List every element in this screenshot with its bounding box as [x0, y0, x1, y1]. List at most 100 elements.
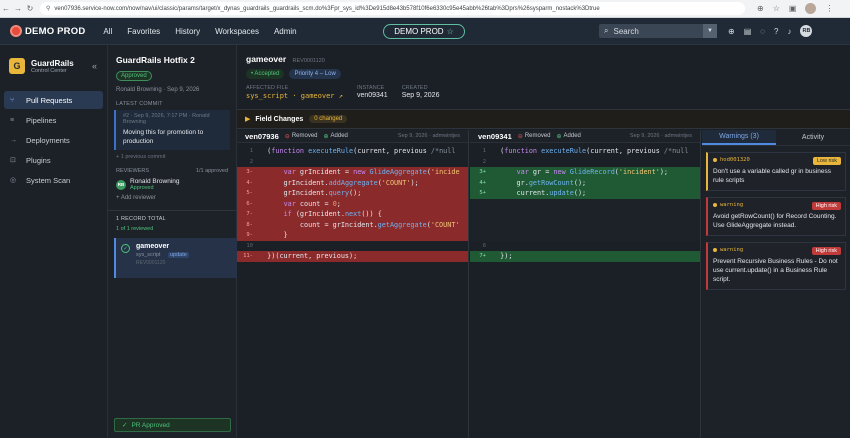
menu-workspaces[interactable]: Workspaces	[215, 27, 259, 36]
affected-file-link[interactable]: sys_script · gameover ↗	[246, 92, 343, 100]
code-line: 2	[237, 156, 468, 167]
source-instance-name: ven07936	[245, 131, 279, 141]
scan-icon: ◎	[10, 177, 17, 184]
added-legend-icon: ⊕	[323, 133, 329, 140]
reviewer-name: Ronald Browning	[130, 178, 180, 185]
instance-label: INSTANCE	[356, 85, 385, 91]
sidebar-item-pull-requests[interactable]: ⑂ Pull Requests	[4, 91, 103, 109]
browser-toolbar: ← → ↻ ⚲ ven07936.service-now.com/now/nav…	[0, 0, 850, 18]
global-search[interactable]: ⌕ Search ▼	[599, 24, 717, 38]
menu-admin[interactable]: Admin	[274, 27, 297, 36]
check-icon: ✓	[122, 422, 128, 429]
warning-dot-icon	[713, 248, 717, 252]
latest-commit[interactable]: #2 · Sep 9, 2026, 7:17 PM · Ronald Brown…	[114, 110, 230, 150]
code-line-placeholder	[470, 209, 700, 220]
help-icon[interactable]: ?	[774, 27, 778, 36]
search-input[interactable]: Search	[613, 27, 638, 36]
guardrails-logo-icon: G	[9, 58, 25, 74]
sidebar-item-label: System Scan	[26, 175, 71, 185]
created-label: CREATED	[401, 85, 428, 91]
record-title: gameover	[246, 54, 287, 64]
warnings-tabs: Warnings (3) Activity	[702, 130, 850, 146]
search-dropdown-icon[interactable]: ▼	[703, 24, 717, 38]
code-line-removed: 5- grIncident.query();	[237, 188, 468, 199]
added-legend-label: Added	[563, 133, 581, 139]
warning-message: Don't use a variable called gr in busine…	[713, 168, 831, 184]
sidebar-item-plugins[interactable]: ⊡ Plugins	[4, 151, 103, 169]
tab-activity[interactable]: Activity	[776, 130, 850, 145]
record-action-badge: update	[167, 252, 189, 258]
app-name: GuardRails	[31, 58, 74, 68]
reviewer-status: Approved	[130, 185, 154, 191]
sidebar-item-system-scan[interactable]: ◎ System Scan	[4, 171, 103, 189]
code-line-added: 4+ gr.getRowCount();	[470, 177, 700, 188]
star-icon[interactable]: ☆	[447, 27, 454, 36]
brand-logo[interactable]: DEMO PROD	[10, 25, 85, 37]
affected-file-label: AFFECTED FILE	[246, 85, 289, 91]
app-sidebar: G GuardRails Control Center « ⑂ Pull Req…	[0, 45, 108, 438]
record-number: REV0001120	[292, 58, 325, 64]
code-line: 1 (function executeRule(current, previou…	[482, 147, 689, 156]
previous-commit-link[interactable]: + 1 previous commit	[108, 150, 236, 160]
pr-meta: Ronald Browning · Sep 9, 2026	[116, 87, 200, 93]
menu-history[interactable]: History	[175, 27, 200, 36]
pr-approved-label: PR Approved	[131, 421, 170, 429]
menu-favorites[interactable]: Favorites	[127, 27, 160, 36]
field-changes-toggle[interactable]: ▶ Field Changes 0 changed	[237, 109, 850, 129]
reviewed-count: 1 of 1 reviewed	[116, 226, 154, 232]
chat-icon[interactable]: ◌	[760, 27, 765, 36]
code-line-removed: 9- }	[237, 230, 468, 241]
tab-warnings[interactable]: Warnings (3)	[702, 130, 776, 145]
warnings-panel: Warnings (3) Activity hod001320 Low risk…	[702, 130, 850, 438]
notification-bell-icon[interactable]: ♪	[787, 27, 791, 36]
sidebar-item-deployments[interactable]: → Deployments	[4, 131, 103, 149]
warning-card[interactable]: warning High risk Prevent Recursive Busi…	[706, 242, 846, 290]
profile-avatar[interactable]	[805, 3, 817, 14]
menu-all[interactable]: All	[103, 27, 112, 36]
source-date: Sep 9, 2026 · admwintjes	[397, 133, 460, 139]
removed-legend-label: Removed	[524, 133, 551, 139]
warning-dot-icon	[713, 203, 717, 207]
instance-value: ven09341	[356, 92, 388, 99]
back-icon[interactable]: ←	[0, 4, 12, 13]
app-brand: G GuardRails Control Center «	[0, 45, 107, 74]
code-line-placeholder	[470, 219, 700, 230]
scope-icon[interactable]: ▤	[744, 27, 752, 36]
globe-icon[interactable]: ⊕	[728, 27, 735, 36]
code-line: 2	[470, 156, 700, 167]
record-list-item[interactable]: ✓ gameover sys_script update REV0001120	[114, 238, 237, 278]
sidebar-item-label: Plugins	[26, 155, 51, 165]
created-value: Sep 9, 2026	[401, 92, 440, 99]
code-line-placeholder	[470, 230, 700, 241]
extensions-icon[interactable]: ▣	[789, 4, 797, 13]
zoom-icon[interactable]: ⊕	[757, 4, 764, 13]
bookmark-star-icon[interactable]: ☆	[773, 4, 780, 13]
record-table: sys_script	[136, 252, 161, 258]
browser-menu-icon[interactable]: ⋮	[825, 4, 833, 13]
record-name: gameover	[136, 243, 170, 250]
url-text: ven07936.service-now.com/now/nav/ui/clas…	[54, 5, 600, 12]
add-reviewer-button[interactable]: + Add reviewer	[108, 191, 236, 201]
logo-icon	[10, 25, 22, 37]
warning-card[interactable]: warning High risk Avoid getRowCount() fo…	[706, 197, 846, 236]
commit-meta: #2 · Sep 9, 2026, 7:17 PM · Ronald Brown…	[123, 113, 210, 125]
user-avatar[interactable]: RB	[800, 25, 813, 37]
instance-badge[interactable]: DEMO PROD ☆	[383, 24, 465, 39]
forward-icon[interactable]: →	[12, 4, 24, 13]
check-circle-icon: ✓	[121, 244, 130, 253]
pull-request-panel: GuardRails Hotfix 2 Approved Ronald Brow…	[108, 45, 237, 438]
collapse-sidebar-icon[interactable]: «	[92, 61, 97, 71]
code-line-added: 7+ });	[470, 251, 700, 262]
warning-card[interactable]: hod001320 Low risk Don't use a variable …	[706, 152, 846, 191]
code-line: 1 (function executeRule(current, previou…	[249, 147, 456, 156]
address-bar[interactable]: ⚲ ven07936.service-now.com/now/nav/ui/cl…	[40, 2, 745, 15]
reviewer-item: RB Ronald Browning Approved	[108, 174, 236, 191]
reviewers-count: 1/1 approved	[195, 168, 228, 174]
reviewers-label: REVIEWERS	[116, 168, 150, 174]
sidebar-item-pipelines[interactable]: ≡ Pipelines	[4, 111, 103, 129]
reload-icon[interactable]: ↻	[24, 4, 36, 13]
site-info-icon[interactable]: ⚲	[46, 5, 50, 12]
removed-legend-label: Removed	[291, 133, 318, 139]
sidebar-item-label: Pipelines	[26, 115, 57, 125]
instance-badge-label: DEMO PROD	[394, 27, 444, 36]
